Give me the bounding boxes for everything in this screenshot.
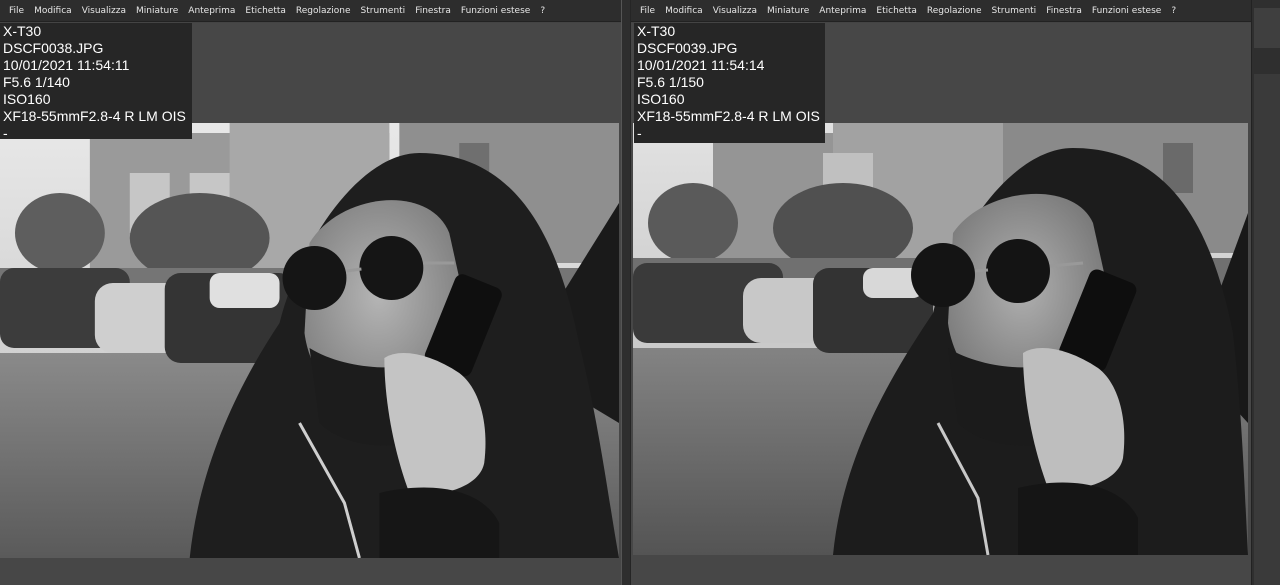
menu-finestra[interactable]: Finestra	[1041, 6, 1087, 16]
extra-info: -	[637, 125, 642, 141]
background-panel	[1254, 74, 1280, 585]
exposure-settings: F5.6 1/140	[3, 74, 70, 90]
left-photo[interactable]	[0, 123, 619, 558]
right-exif-overlay: X-T30 DSCF0039.JPG 10/01/2021 11:54:14 F…	[634, 23, 825, 143]
file-name: DSCF0038.JPG	[3, 40, 104, 56]
menu-strumenti[interactable]: Strumenti	[987, 6, 1042, 16]
left-photo-image	[0, 123, 619, 558]
background-app-strip	[1251, 0, 1280, 585]
iso-value: ISO160	[637, 91, 685, 107]
menu-miniature[interactable]: Miniature	[131, 6, 183, 16]
lens-name: XF18-55mmF2.8-4 R LM OIS	[637, 108, 820, 124]
menu-visualizza[interactable]: Visualizza	[708, 6, 762, 16]
menu-modifica[interactable]: Modifica	[660, 6, 708, 16]
camera-model: X-T30	[3, 23, 42, 39]
right-image-viewport[interactable]: X-T30 DSCF0039.JPG 10/01/2021 11:54:14 F…	[631, 23, 1251, 585]
background-window-controls[interactable]	[1254, 8, 1280, 48]
lens-name: XF18-55mmF2.8-4 R LM OIS	[3, 108, 186, 124]
menu-strumenti[interactable]: Strumenti	[356, 6, 411, 16]
menu-help[interactable]: ?	[535, 6, 550, 16]
menu-help[interactable]: ?	[1166, 6, 1181, 16]
menu-file[interactable]: File	[635, 6, 660, 16]
right-photo-image	[633, 123, 1248, 555]
menu-modifica[interactable]: Modifica	[29, 6, 77, 16]
menu-anteprima[interactable]: Anteprima	[183, 6, 240, 16]
left-viewer-window: File Modifica Visualizza Miniature Antep…	[0, 0, 621, 585]
iso-value: ISO160	[3, 91, 51, 107]
file-name: DSCF0039.JPG	[637, 40, 738, 56]
camera-model: X-T30	[637, 23, 676, 39]
menu-etichetta[interactable]: Etichetta	[240, 6, 290, 16]
left-image-viewport[interactable]: X-T30 DSCF0038.JPG 10/01/2021 11:54:11 F…	[0, 23, 621, 585]
menu-finestra[interactable]: Finestra	[410, 6, 456, 16]
menu-regolazione[interactable]: Regolazione	[291, 6, 356, 16]
right-menubar: File Modifica Visualizza Miniature Antep…	[631, 0, 1251, 22]
left-menubar: File Modifica Visualizza Miniature Antep…	[0, 0, 621, 22]
menu-funzioni-estese[interactable]: Funzioni estese	[456, 6, 535, 16]
right-viewer-window: File Modifica Visualizza Miniature Antep…	[631, 0, 1251, 585]
date-time: 10/01/2021 11:54:14	[637, 57, 765, 73]
exposure-settings: F5.6 1/150	[637, 74, 704, 90]
left-exif-overlay: X-T30 DSCF0038.JPG 10/01/2021 11:54:11 F…	[0, 23, 192, 141]
right-photo[interactable]	[633, 123, 1248, 555]
menu-anteprima[interactable]: Anteprima	[814, 6, 871, 16]
window-divider	[621, 0, 631, 585]
date-time: 10/01/2021 11:54:11	[3, 57, 130, 73]
menu-visualizza[interactable]: Visualizza	[77, 6, 131, 16]
menu-funzioni-estese[interactable]: Funzioni estese	[1087, 6, 1166, 16]
menu-miniature[interactable]: Miniature	[762, 6, 814, 16]
extra-info: -	[3, 125, 8, 141]
menu-file[interactable]: File	[4, 6, 29, 16]
menu-regolazione[interactable]: Regolazione	[922, 6, 987, 16]
desktop: File Modifica Visualizza Miniature Antep…	[0, 0, 1280, 585]
menu-etichetta[interactable]: Etichetta	[871, 6, 921, 16]
